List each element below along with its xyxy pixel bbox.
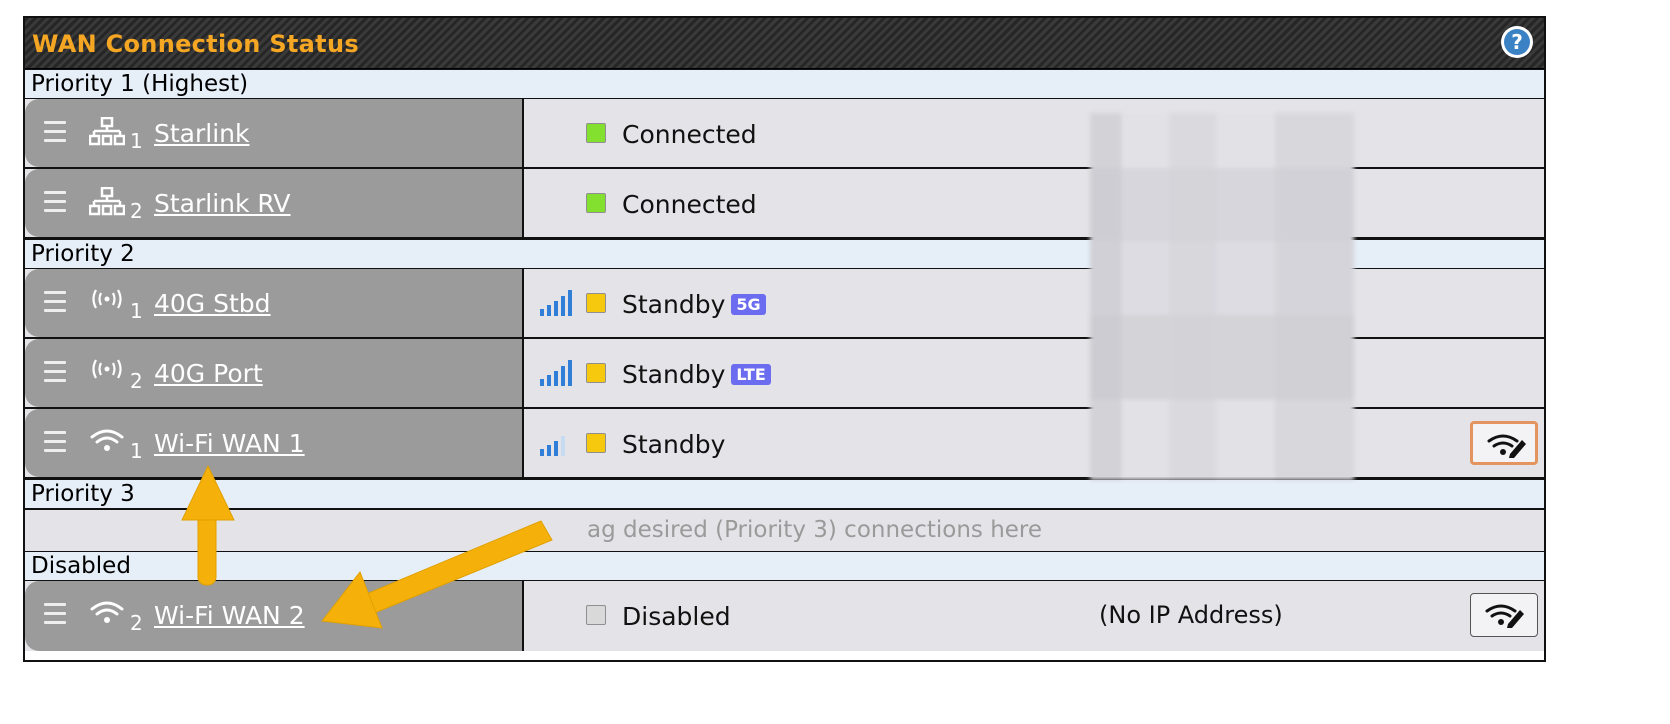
connection-index: 2 [130,199,143,223]
status-indicator-standby [586,293,606,313]
connection-status-cell: Disabled (No IP Address) [524,581,1544,651]
connection-handle[interactable]: 1 Wi-Fi WAN 1 [25,409,524,477]
drag-handle-icon[interactable] [44,361,66,385]
connection-index: 2 [130,369,143,393]
wifi-icon [90,601,124,623]
wifi-edit-button[interactable] [1470,593,1538,637]
svg-text:?: ? [1511,30,1523,54]
ip-address: (No IP Address) [1099,601,1283,629]
wifi-edit-icon [1485,604,1524,628]
status-text: Standby [622,430,726,459]
status-text: Standby 5G [622,290,766,319]
connection-status-cell: Standby LTE [524,339,1544,407]
drag-handle-icon[interactable] [44,603,66,627]
section-disabled: Disabled [25,551,1544,581]
connection-name-link[interactable]: 40G Stbd [154,289,271,318]
connection-index: 1 [130,129,143,153]
status-indicator-disabled [586,605,606,625]
connection-status-cell: Connected [524,99,1544,167]
connection-name-link[interactable]: 40G Port [154,359,263,388]
connection-name-link[interactable]: Wi-Fi WAN 1 [154,429,305,458]
connection-name-link[interactable]: Starlink RV [154,189,291,218]
status-indicator-standby [586,433,606,453]
connection-handle[interactable]: 1 40G Stbd [25,269,524,337]
connection-handle[interactable]: 1 Starlink [25,99,524,167]
connection-handle[interactable]: 2 Starlink RV [25,169,524,237]
connection-index: 1 [130,299,143,323]
section-priority-1: Priority 1 (Highest) [25,69,1544,99]
status-indicator-connected [586,123,606,143]
connection-index: 1 [130,439,143,463]
connection-name-link[interactable]: Wi-Fi WAN 2 [154,601,305,630]
status-text: Standby LTE [622,360,771,389]
status-text: Connected [622,190,757,219]
wifi-icon [90,429,124,451]
status-indicator-connected [586,193,606,213]
section-priority-3: Priority 3 [25,479,1544,509]
wifi-edit-icon [1487,434,1526,458]
drag-handle-icon[interactable] [44,191,66,215]
drag-handle-icon[interactable] [44,121,66,145]
connection-row-wifi-wan-2[interactable]: 2 Wi-Fi WAN 2 Disabled (No IP Address) [25,581,1544,651]
connection-status-cell: Connected [524,169,1544,237]
redacted-ip-area [1090,113,1354,480]
help-icon[interactable]: ? [1500,25,1534,59]
signal-strength-icon [540,436,565,456]
signal-strength-icon [540,290,572,316]
ethernet-icon [89,187,125,216]
drag-handle-icon[interactable] [44,431,66,455]
network-type-badge: LTE [731,364,771,385]
ethernet-icon [89,117,125,146]
cellular-icon [92,289,122,309]
signal-strength-icon [540,360,572,386]
status-indicator-standby [586,363,606,383]
panel-title-bar: WAN Connection Status ? [25,18,1544,69]
connection-status-cell: Standby [524,409,1544,477]
connection-handle[interactable]: 2 Wi-Fi WAN 2 [25,581,524,651]
connection-name-link[interactable]: Starlink [154,119,249,148]
connection-status-cell: Standby 5G [524,269,1544,337]
panel-title: WAN Connection Status [32,30,359,58]
priority-3-drop-zone[interactable]: ag desired (Priority 3) connections here [25,509,1544,551]
status-text: Connected [622,120,757,149]
status-text: Disabled [622,602,731,631]
drag-handle-icon[interactable] [44,291,66,315]
connection-index: 2 [130,611,143,635]
connection-handle[interactable]: 2 40G Port [25,339,524,407]
network-type-badge: 5G [731,294,766,315]
cellular-icon [92,359,122,379]
wifi-edit-button[interactable] [1470,421,1538,465]
